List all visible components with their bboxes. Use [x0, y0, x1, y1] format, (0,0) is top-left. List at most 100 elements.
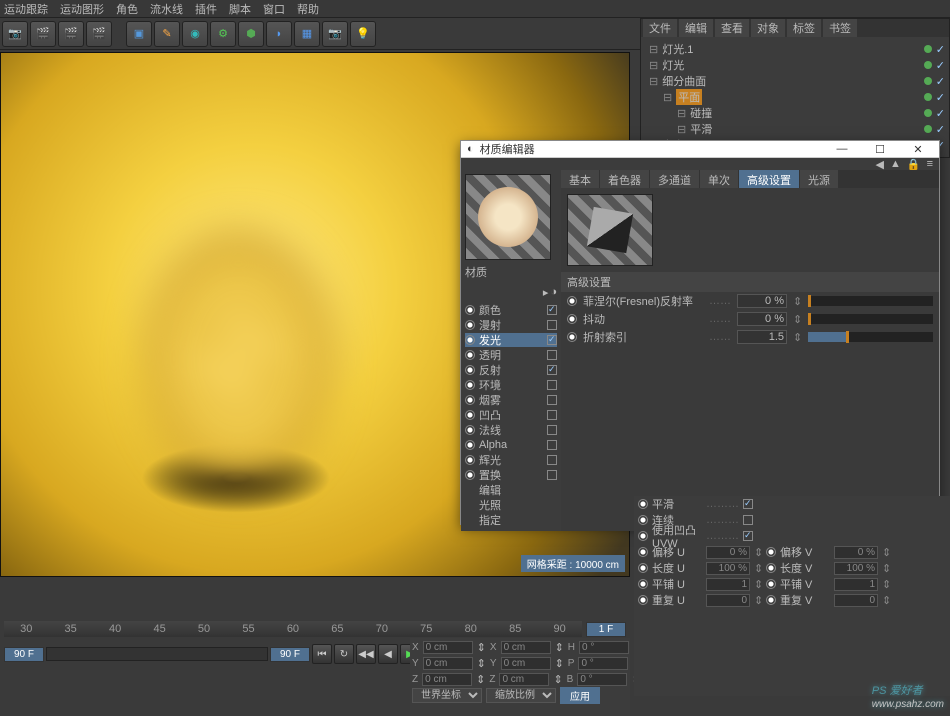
current-frame-field[interactable]: [4, 647, 44, 662]
channel-反射[interactable]: 反射: [465, 363, 557, 377]
clapper3-icon[interactable]: 🎬: [86, 21, 112, 47]
channel-光照[interactable]: 光照: [465, 498, 557, 512]
coord-space-dropdown[interactable]: 世界坐标: [412, 688, 482, 703]
size-field[interactable]: [499, 673, 549, 686]
camera2-icon[interactable]: 📷: [322, 21, 348, 47]
goto-start-button[interactable]: ⏮: [312, 644, 332, 664]
tab-光源[interactable]: 光源: [800, 170, 838, 188]
channel-法线[interactable]: 法线: [465, 423, 557, 437]
attr-field[interactable]: [706, 546, 750, 559]
attr-field[interactable]: [706, 562, 750, 575]
pos-field[interactable]: [422, 673, 472, 686]
channel-发光[interactable]: 发光: [465, 333, 557, 347]
param-slider[interactable]: [808, 296, 933, 306]
spinner[interactable]: ⇕: [793, 331, 802, 344]
size-field[interactable]: [501, 641, 551, 654]
tab-高级设置[interactable]: 高级设置: [739, 170, 799, 188]
cube-icon[interactable]: ▣: [126, 21, 152, 47]
attr-field[interactable]: [834, 594, 878, 607]
rot-field[interactable]: [579, 641, 629, 654]
deformer-icon[interactable]: ◉: [182, 21, 208, 47]
param-radio[interactable]: [567, 314, 577, 324]
param-radio[interactable]: [567, 296, 577, 306]
channel-辉光[interactable]: 辉光: [465, 453, 557, 467]
attr-radio[interactable]: [638, 499, 648, 509]
rot-field[interactable]: [578, 657, 628, 670]
size-field[interactable]: [501, 657, 551, 670]
tree-row[interactable]: ⊟ 灯光✓: [645, 57, 945, 73]
attr-field[interactable]: [706, 594, 750, 607]
obj-tab[interactable]: 查看: [715, 19, 749, 37]
pos-field[interactable]: [423, 657, 473, 670]
material-name[interactable]: 材质: [465, 264, 557, 280]
play-back-button[interactable]: ◀: [378, 644, 398, 664]
pos-field[interactable]: [423, 641, 473, 654]
radio-icon[interactable]: [465, 425, 475, 435]
radio-icon[interactable]: [465, 380, 475, 390]
spinner[interactable]: ⇕: [793, 313, 802, 326]
attr-checkbox[interactable]: [743, 531, 753, 541]
tab-单次[interactable]: 单次: [700, 170, 738, 188]
radio-icon[interactable]: [465, 395, 475, 405]
radio-icon[interactable]: [465, 350, 475, 360]
channel-颜色[interactable]: 颜色: [465, 303, 557, 317]
radio-icon[interactable]: [465, 305, 475, 315]
maximize-button[interactable]: ☐: [865, 143, 895, 156]
lock-icon[interactable]: 🔒: [907, 158, 921, 171]
menu-item[interactable]: 插件: [195, 1, 217, 17]
radio-icon[interactable]: [465, 470, 475, 480]
checkbox[interactable]: [547, 305, 557, 315]
attr-field[interactable]: [834, 546, 878, 559]
param-value[interactable]: [737, 312, 787, 326]
channel-漫射[interactable]: 漫射: [465, 318, 557, 332]
shader-preview[interactable]: [567, 194, 653, 266]
channel-指定[interactable]: 指定: [465, 513, 557, 527]
obj-tab[interactable]: 标签: [787, 19, 821, 37]
loop-button[interactable]: ↻: [334, 644, 354, 664]
attr-field[interactable]: [834, 578, 878, 591]
param-slider[interactable]: [808, 314, 933, 324]
obj-tab[interactable]: 编辑: [679, 19, 713, 37]
menu-item[interactable]: 脚本: [229, 1, 251, 17]
param-radio[interactable]: [567, 332, 577, 342]
arrow-icon[interactable]: ▸: [543, 286, 549, 299]
tab-着色器[interactable]: 着色器: [600, 170, 649, 188]
tree-row[interactable]: ⊟ 碰撞✓: [645, 105, 945, 121]
tree-row[interactable]: ⊟ 细分曲面✓: [645, 73, 945, 89]
minimize-button[interactable]: —: [827, 143, 857, 156]
radio-icon[interactable]: [465, 365, 475, 375]
tree-row[interactable]: ⊟ 平面✓: [645, 89, 945, 105]
attr-field[interactable]: [706, 578, 750, 591]
checkbox[interactable]: [547, 440, 557, 450]
object-tree[interactable]: ⊟ 灯光.1✓⊟ 灯光✓⊟ 细分曲面✓⊟ 平面✓⊟ 碰撞✓⊟ 平滑✓⊟ 文本✓: [641, 37, 949, 157]
grid-icon[interactable]: ▦: [294, 21, 320, 47]
light-icon[interactable]: 💡: [350, 21, 376, 47]
attr-checkbox[interactable]: [743, 515, 753, 525]
end-frame-field[interactable]: [270, 647, 310, 662]
checkbox[interactable]: [547, 410, 557, 420]
checkbox[interactable]: [547, 350, 557, 360]
checkbox[interactable]: [547, 365, 557, 375]
blob-icon[interactable]: ⬢: [238, 21, 264, 47]
channel-凹凸[interactable]: 凹凸: [465, 408, 557, 422]
rot-field[interactable]: [577, 673, 627, 686]
checkbox[interactable]: [547, 455, 557, 465]
spinner[interactable]: ⇕: [793, 295, 802, 308]
checkbox[interactable]: [547, 320, 557, 330]
channel-透明[interactable]: 透明: [465, 348, 557, 362]
tab-基本[interactable]: 基本: [561, 170, 599, 188]
drop-icon[interactable]: ◗: [266, 21, 292, 47]
tree-row[interactable]: ⊟ 灯光.1✓: [645, 41, 945, 57]
dialog-titlebar[interactable]: ◐ 材质编辑器 — ☐ ✕: [461, 141, 939, 158]
material-preview[interactable]: [465, 174, 551, 260]
param-value[interactable]: [737, 330, 787, 344]
nav-up-icon[interactable]: ▲: [890, 158, 901, 170]
circle-icon[interactable]: ◑: [550, 286, 557, 299]
menu-icon[interactable]: ≡: [927, 158, 933, 170]
checkbox[interactable]: [547, 470, 557, 480]
attr-field[interactable]: [834, 562, 878, 575]
timeline-scrub[interactable]: [46, 647, 268, 661]
radio-icon[interactable]: [465, 455, 475, 465]
clapper2-icon[interactable]: 🎬: [58, 21, 84, 47]
checkbox[interactable]: [547, 335, 557, 345]
